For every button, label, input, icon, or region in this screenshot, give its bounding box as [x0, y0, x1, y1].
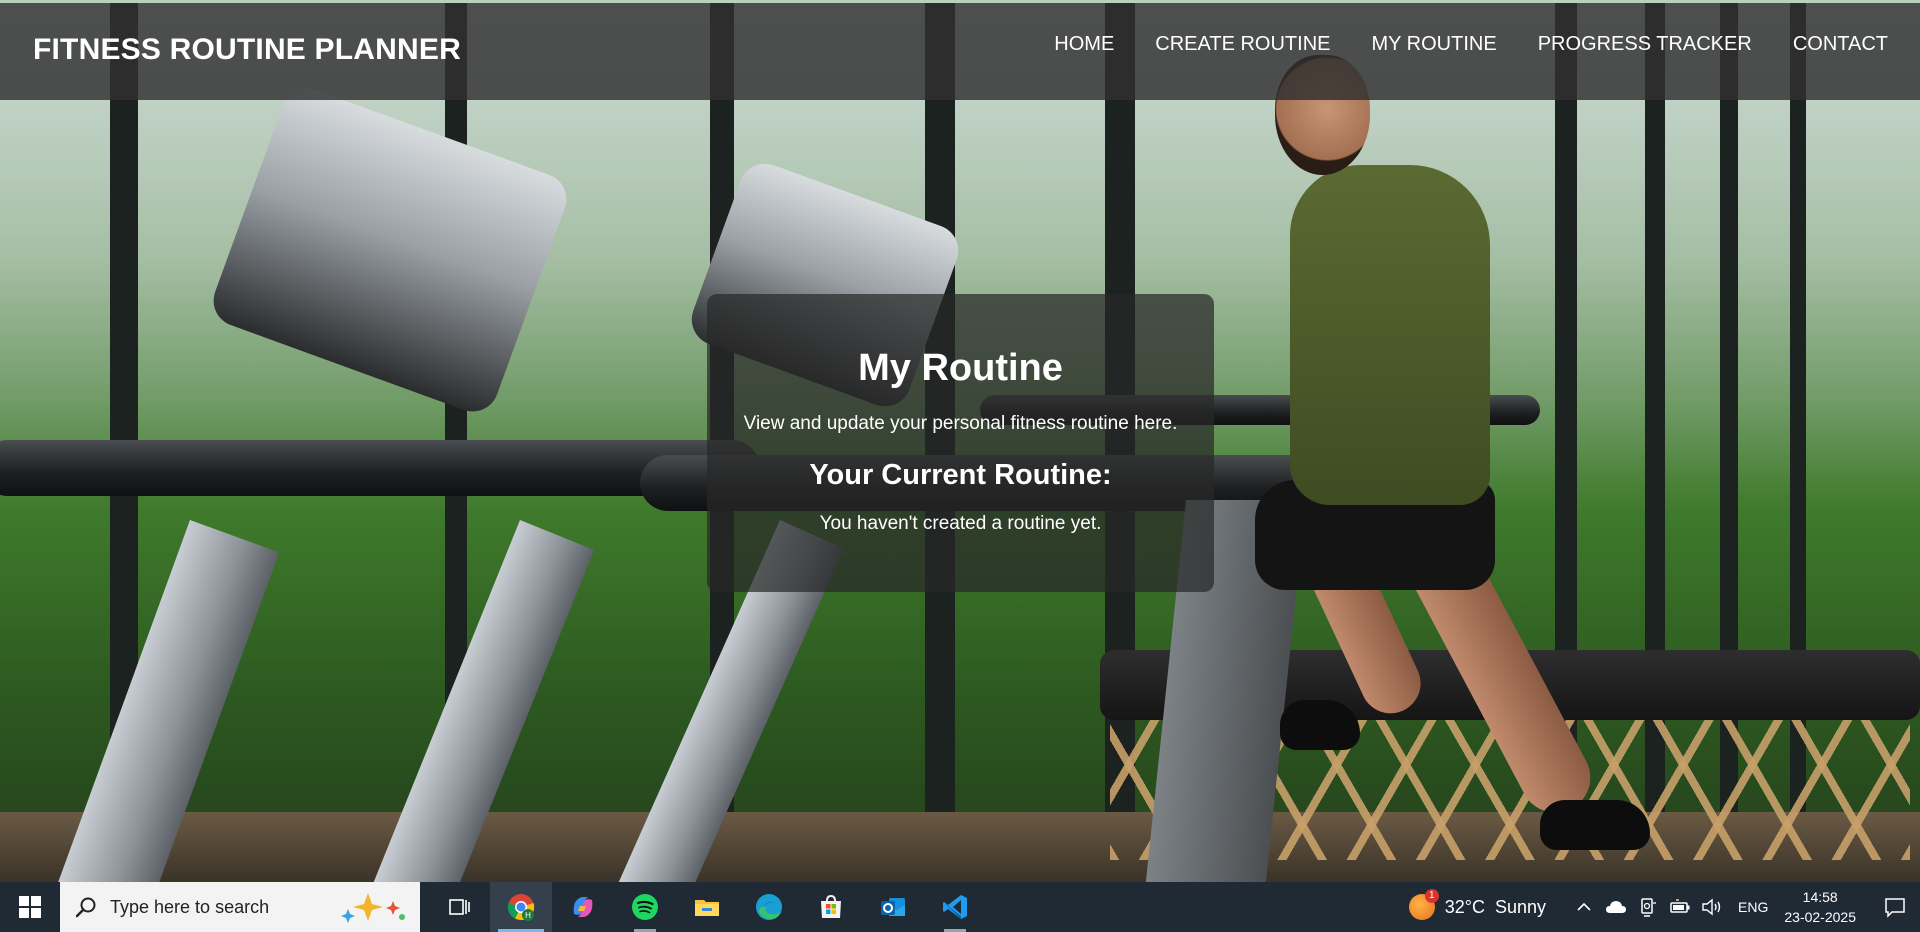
site-brand-title[interactable]: FITNESS ROUTINE PLANNER: [33, 33, 461, 67]
weather-widget[interactable]: 1 32°C Sunny: [1408, 889, 1547, 920]
battery-icon: [1670, 899, 1690, 913]
windows-logo-icon: [19, 896, 41, 918]
taskbar-app-vscode[interactable]: [924, 882, 986, 932]
task-view-icon: [449, 899, 470, 915]
clock-time: 14:58: [1802, 889, 1838, 905]
clock-date: 23-02-2025: [1784, 909, 1856, 925]
search-placeholder: Type here to search: [110, 896, 270, 917]
start-button[interactable]: [0, 882, 60, 932]
task-view-button[interactable]: [428, 882, 490, 932]
sun-icon: 1: [1408, 889, 1439, 920]
meet-now-tray[interactable]: [1635, 882, 1661, 932]
nav-link-progress-tracker[interactable]: PROGRESS TRACKER: [1538, 33, 1752, 56]
page: FITNESS ROUTINE PLANNER HOME CREATE ROUT…: [0, 0, 1920, 932]
site-navbar: FITNESS ROUTINE PLANNER HOME CREATE ROUT…: [0, 3, 1920, 100]
outlook-icon: [881, 898, 905, 916]
chevron-up-icon: [1577, 902, 1591, 911]
edge-icon: [756, 894, 782, 920]
taskbar-search-box[interactable]: Type here to search: [60, 882, 420, 932]
svg-text:H: H: [525, 911, 531, 920]
taskbar-app-chrome[interactable]: H: [490, 882, 552, 932]
main-nav: HOME CREATE ROUTINE MY ROUTINE PROGRESS …: [1054, 33, 1888, 56]
search-icon: [75, 897, 96, 918]
taskbar-app-store[interactable]: [800, 882, 862, 932]
nav-link-home[interactable]: HOME: [1054, 33, 1114, 56]
volume-tray[interactable]: [1699, 882, 1725, 932]
show-hidden-icons-button[interactable]: [1571, 882, 1597, 932]
input-language-indicator[interactable]: ENG: [1738, 899, 1768, 915]
vscode-icon: [943, 895, 967, 919]
cloud-icon: [1606, 901, 1627, 913]
routine-card: My Routine View and update your personal…: [707, 294, 1214, 592]
system-tray: 1 32°C Sunny ENG 14:58 23-02-2025: [1408, 882, 1920, 932]
nav-link-contact[interactable]: CONTACT: [1793, 33, 1888, 56]
camera-device-icon: [1641, 898, 1657, 917]
weather-temperature: 32°C: [1444, 896, 1485, 917]
battery-tray[interactable]: [1667, 882, 1693, 932]
taskbar-app-copilot[interactable]: [552, 882, 614, 932]
taskbar-clock[interactable]: 14:58 23-02-2025: [1784, 887, 1856, 927]
windows-taskbar: Type here to search H 1 32°C Sunny ENG 1…: [0, 882, 1920, 932]
speaker-icon: [1702, 898, 1721, 916]
taskbar-app-outlook[interactable]: [862, 882, 924, 932]
weather-condition: Sunny: [1494, 896, 1547, 917]
chrome-icon: H: [507, 894, 535, 921]
page-description: View and update your personal fitness ro…: [743, 413, 1178, 434]
nav-link-create-routine[interactable]: CREATE ROUTINE: [1155, 33, 1330, 56]
notification-center-button[interactable]: [1870, 882, 1920, 932]
notification-icon: [1885, 898, 1905, 918]
taskbar-app-icons: H: [428, 882, 986, 932]
empty-routine-message: You haven't created a routine yet.: [819, 513, 1102, 534]
onedrive-tray[interactable]: [1603, 882, 1629, 932]
current-routine-heading: Your Current Routine:: [809, 459, 1112, 491]
copilot-icon: [573, 897, 593, 917]
spotify-icon: [632, 894, 658, 920]
taskbar-app-edge[interactable]: [738, 882, 800, 932]
nav-link-my-routine[interactable]: MY ROUTINE: [1371, 33, 1496, 56]
taskbar-app-file-explorer[interactable]: [676, 882, 738, 932]
taskbar-app-spotify[interactable]: [614, 882, 676, 932]
folder-icon: [695, 900, 719, 916]
sparkle-icon: [341, 893, 405, 923]
page-title: My Routine: [858, 347, 1063, 389]
weather-notification-badge: 1: [1424, 889, 1439, 903]
microsoft-store-icon: [821, 894, 841, 918]
